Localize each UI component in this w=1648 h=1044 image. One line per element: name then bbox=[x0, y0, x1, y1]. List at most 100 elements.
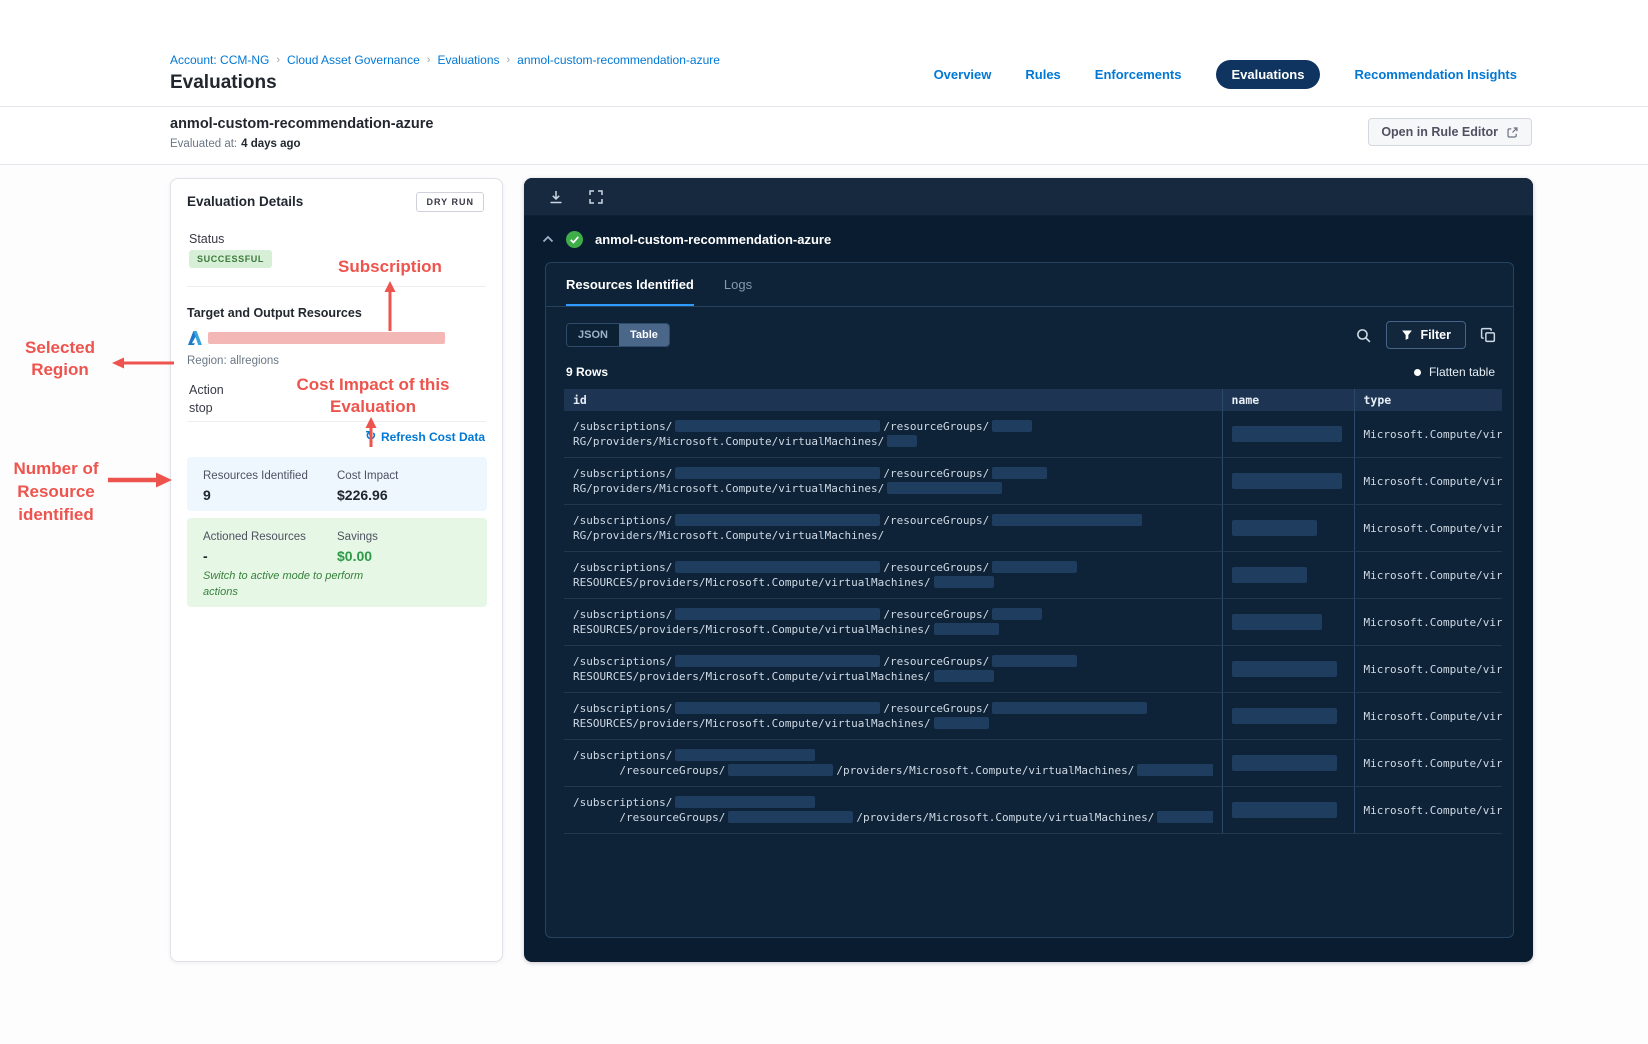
collapse-chevron-icon[interactable] bbox=[542, 235, 554, 243]
refresh-cost-data-link[interactable]: ↻ Refresh Cost Data bbox=[365, 429, 485, 444]
results-panel: anmol-custom-recommendation-azure Resour… bbox=[524, 178, 1533, 962]
nav-tab-enforcements[interactable]: Enforcements bbox=[1095, 67, 1182, 82]
download-icon[interactable] bbox=[548, 189, 564, 205]
cell-type: Microsoft.Compute/virtu bbox=[1353, 692, 1502, 740]
results-tabs: Resources Identified Logs bbox=[546, 263, 1513, 307]
cell-name bbox=[1221, 504, 1354, 552]
redacted-value bbox=[992, 514, 1143, 526]
nav-tab-overview[interactable]: Overview bbox=[934, 67, 992, 82]
redacted-value bbox=[1231, 708, 1337, 724]
cell-type: Microsoft.Compute/virtu bbox=[1353, 411, 1502, 458]
cell-type: Microsoft.Compute/virtu bbox=[1353, 739, 1502, 787]
table-row[interactable]: /subscriptions//resourceGroups/RESOURCES… bbox=[564, 551, 1502, 599]
view-toggle-table[interactable]: Table bbox=[618, 324, 669, 346]
annotation-arrow-subscription bbox=[384, 281, 396, 331]
redacted-value bbox=[1231, 567, 1307, 583]
page-title: Evaluations bbox=[170, 72, 277, 93]
evaluated-at-label: Evaluated at: bbox=[170, 138, 238, 150]
table-header-row: id name type bbox=[564, 389, 1502, 411]
breadcrumb-separator: › bbox=[276, 54, 281, 66]
evaluated-at: Evaluated at: 4 days ago bbox=[170, 138, 301, 150]
redacted-value bbox=[1231, 614, 1322, 630]
redacted-value bbox=[675, 561, 881, 573]
tab-resources-identified[interactable]: Resources Identified bbox=[566, 263, 694, 306]
resources-identified-value: 9 bbox=[203, 487, 211, 503]
fullscreen-icon[interactable] bbox=[588, 189, 604, 205]
cell-type: Microsoft.Compute/virtu bbox=[1353, 645, 1502, 693]
cell-id: /subscriptions/ /resourceGroups//provide… bbox=[564, 786, 1222, 834]
results-controls: JSON Table Filter bbox=[546, 321, 1513, 349]
annotation-arrow-cost-impact bbox=[365, 417, 377, 447]
actioned-resources-label: Actioned Resources bbox=[203, 531, 306, 543]
table-row[interactable]: /subscriptions//resourceGroups/RESOURCES… bbox=[564, 692, 1502, 740]
open-rule-editor-button[interactable]: Open in Rule Editor bbox=[1368, 118, 1532, 146]
redacted-value bbox=[933, 717, 989, 729]
resources-identified-label: Resources Identified bbox=[203, 470, 308, 482]
results-table-body: /subscriptions//resourceGroups/RG/provid… bbox=[564, 411, 1502, 834]
actioned-resources-value: - bbox=[203, 548, 208, 564]
refresh-cost-data-label: Refresh Cost Data bbox=[380, 429, 485, 444]
column-header-id[interactable]: id bbox=[564, 389, 1222, 411]
redacted-value bbox=[728, 811, 854, 823]
cost-impact-value: $226.96 bbox=[337, 487, 388, 503]
redacted-value bbox=[933, 576, 994, 588]
cell-name bbox=[1221, 692, 1354, 740]
breadcrumb-evaluations[interactable]: Evaluations bbox=[437, 53, 499, 67]
cell-name bbox=[1221, 645, 1354, 693]
card-divider bbox=[187, 286, 486, 287]
redacted-value bbox=[887, 482, 1003, 494]
redacted-value bbox=[675, 514, 881, 526]
savings-value: $0.00 bbox=[337, 548, 373, 564]
redacted-value bbox=[675, 467, 881, 479]
nav-tab-rules[interactable]: Rules bbox=[1025, 67, 1060, 82]
redacted-value bbox=[887, 435, 918, 447]
page: Account: CCM-NG › Cloud Asset Governance… bbox=[0, 0, 1648, 1044]
cell-type: Microsoft.Compute/virtu bbox=[1353, 551, 1502, 599]
savings-label: Savings bbox=[337, 531, 378, 543]
breadcrumb-separator: › bbox=[426, 54, 431, 66]
cell-id: /subscriptions/ /resourceGroups//provide… bbox=[564, 739, 1222, 787]
tab-logs[interactable]: Logs bbox=[724, 263, 752, 306]
dry-run-badge: DRY RUN bbox=[416, 192, 484, 212]
view-toggle-json[interactable]: JSON bbox=[567, 324, 619, 346]
breadcrumb: Account: CCM-NG › Cloud Asset Governance… bbox=[170, 53, 720, 67]
cell-id: /subscriptions//resourceGroups/RESOURCES… bbox=[564, 598, 1222, 646]
evaluation-title: anmol-custom-recommendation-azure bbox=[170, 116, 434, 132]
cell-type: Microsoft.Compute/virtu bbox=[1353, 504, 1502, 552]
redacted-value bbox=[1231, 473, 1342, 489]
nav-tab-recommendation-insights[interactable]: Recommendation Insights bbox=[1354, 67, 1517, 82]
flatten-table-toggle[interactable]: Flatten table bbox=[1413, 365, 1495, 379]
details-card-title: Evaluation Details bbox=[187, 194, 304, 209]
table-row[interactable]: /subscriptions//resourceGroups/RESOURCES… bbox=[564, 598, 1502, 646]
cell-type: Microsoft.Compute/virtu bbox=[1353, 786, 1502, 834]
table-row[interactable]: /subscriptions//resourceGroups/RG/provid… bbox=[564, 411, 1502, 458]
cell-id: /subscriptions//resourceGroups/RG/provid… bbox=[564, 411, 1222, 458]
breadcrumb-governance[interactable]: Cloud Asset Governance bbox=[287, 53, 420, 67]
table-row[interactable]: /subscriptions/ /resourceGroups//provide… bbox=[564, 739, 1502, 787]
redacted-value bbox=[992, 655, 1078, 667]
cost-impact-label: Cost Impact bbox=[337, 470, 399, 482]
table-row[interactable]: /subscriptions/ /resourceGroups//provide… bbox=[564, 786, 1502, 834]
search-icon[interactable] bbox=[1355, 327, 1372, 344]
breadcrumb-account[interactable]: Account: CCM-NG bbox=[170, 53, 269, 67]
table-row[interactable]: /subscriptions//resourceGroups/RG/provid… bbox=[564, 504, 1502, 552]
cell-id: /subscriptions//resourceGroups/RESOURCES… bbox=[564, 692, 1222, 740]
cell-name bbox=[1221, 739, 1354, 787]
cell-id: /subscriptions//resourceGroups/RG/provid… bbox=[564, 504, 1222, 552]
cell-name bbox=[1221, 457, 1354, 505]
redacted-value bbox=[1157, 811, 1213, 823]
status-badge: SUCCESSFUL bbox=[189, 250, 273, 268]
nav-tab-evaluations[interactable]: Evaluations bbox=[1215, 59, 1321, 89]
copy-icon[interactable] bbox=[1480, 327, 1497, 344]
table-row[interactable]: /subscriptions//resourceGroups/RG/provid… bbox=[564, 457, 1502, 505]
savings-summary-box: Actioned Resources - Savings $0.00 Switc… bbox=[187, 518, 487, 607]
breadcrumb-current[interactable]: anmol-custom-recommendation-azure bbox=[517, 53, 720, 67]
redacted-value bbox=[1231, 426, 1342, 442]
table-row[interactable]: /subscriptions//resourceGroups/RESOURCES… bbox=[564, 645, 1502, 693]
column-header-type[interactable]: type bbox=[1353, 389, 1502, 411]
filter-button[interactable]: Filter bbox=[1386, 321, 1466, 349]
cell-id: /subscriptions//resourceGroups/RESOURCES… bbox=[564, 551, 1222, 599]
column-header-name[interactable]: name bbox=[1221, 389, 1354, 411]
card-divider bbox=[187, 421, 486, 422]
flatten-table-label: Flatten table bbox=[1428, 365, 1495, 379]
